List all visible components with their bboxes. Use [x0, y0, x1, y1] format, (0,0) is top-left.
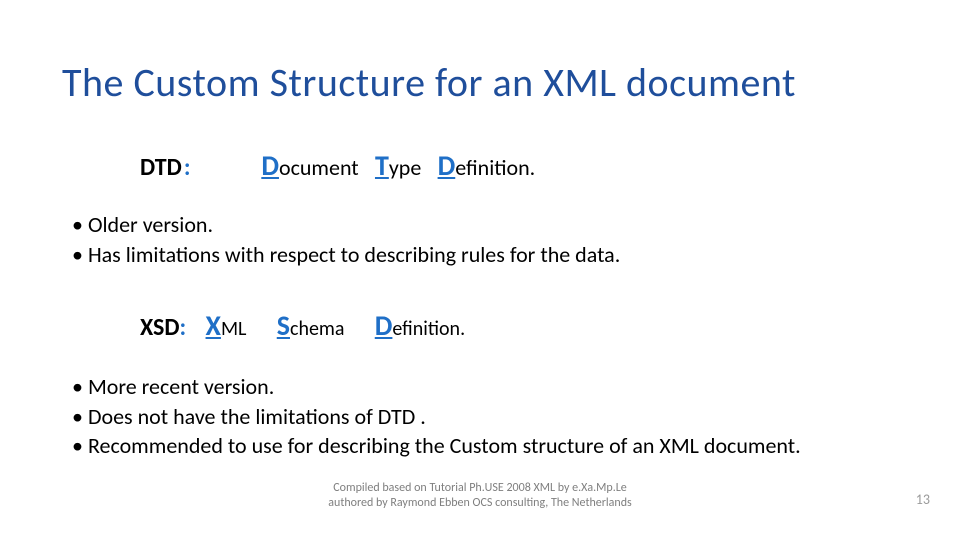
- xsd-word2-initial: S: [277, 308, 290, 343]
- xsd-word3-rest: efinition.: [392, 317, 465, 341]
- dtd-word2-rest: ype: [389, 154, 421, 181]
- xsd-colon: :: [179, 313, 186, 342]
- dtd-heading: DTD: Document Type Definition.: [140, 148, 535, 183]
- list-item: More recent version.: [72, 372, 801, 402]
- list-item: Has limitations with respect to describi…: [72, 240, 620, 270]
- dtd-colon: :: [184, 153, 191, 182]
- xsd-bullets: More recent version. Does not have the l…: [72, 372, 801, 461]
- dtd-word3-initial: D: [438, 148, 456, 183]
- list-item: Does not have the limitations of DTD .: [72, 402, 801, 432]
- page-number: 13: [916, 491, 930, 508]
- dtd-word1-initial: D: [261, 148, 279, 183]
- dtd-word1-rest: ocument: [279, 154, 359, 181]
- dtd-bullets: Older version. Has limitations with resp…: [72, 210, 620, 269]
- dtd-word3-rest: efinition.: [455, 154, 535, 181]
- list-item: Older version.: [72, 210, 620, 240]
- xsd-word1-rest: ML: [221, 317, 247, 341]
- dtd-word2-initial: T: [375, 148, 389, 183]
- xsd-abbr: XSD: [140, 313, 179, 342]
- dtd-abbr: DTD: [140, 153, 182, 182]
- xsd-word2-rest: chema: [290, 317, 344, 341]
- list-item: Recommended to use for describing the Cu…: [72, 431, 801, 461]
- slide-title: The Custom Structure for an XML document: [62, 58, 796, 107]
- xsd-heading: XSD: XML Schema Definition.: [140, 308, 465, 343]
- footer-line2: authored by Raymond Ebben OCS consulting…: [0, 496, 960, 512]
- footer-line1: Compiled based on Tutorial Ph.USE 2008 X…: [0, 481, 960, 497]
- xsd-word3-initial: D: [375, 308, 393, 343]
- footer-credit: Compiled based on Tutorial Ph.USE 2008 X…: [0, 481, 960, 512]
- xsd-word1-initial: X: [206, 308, 221, 343]
